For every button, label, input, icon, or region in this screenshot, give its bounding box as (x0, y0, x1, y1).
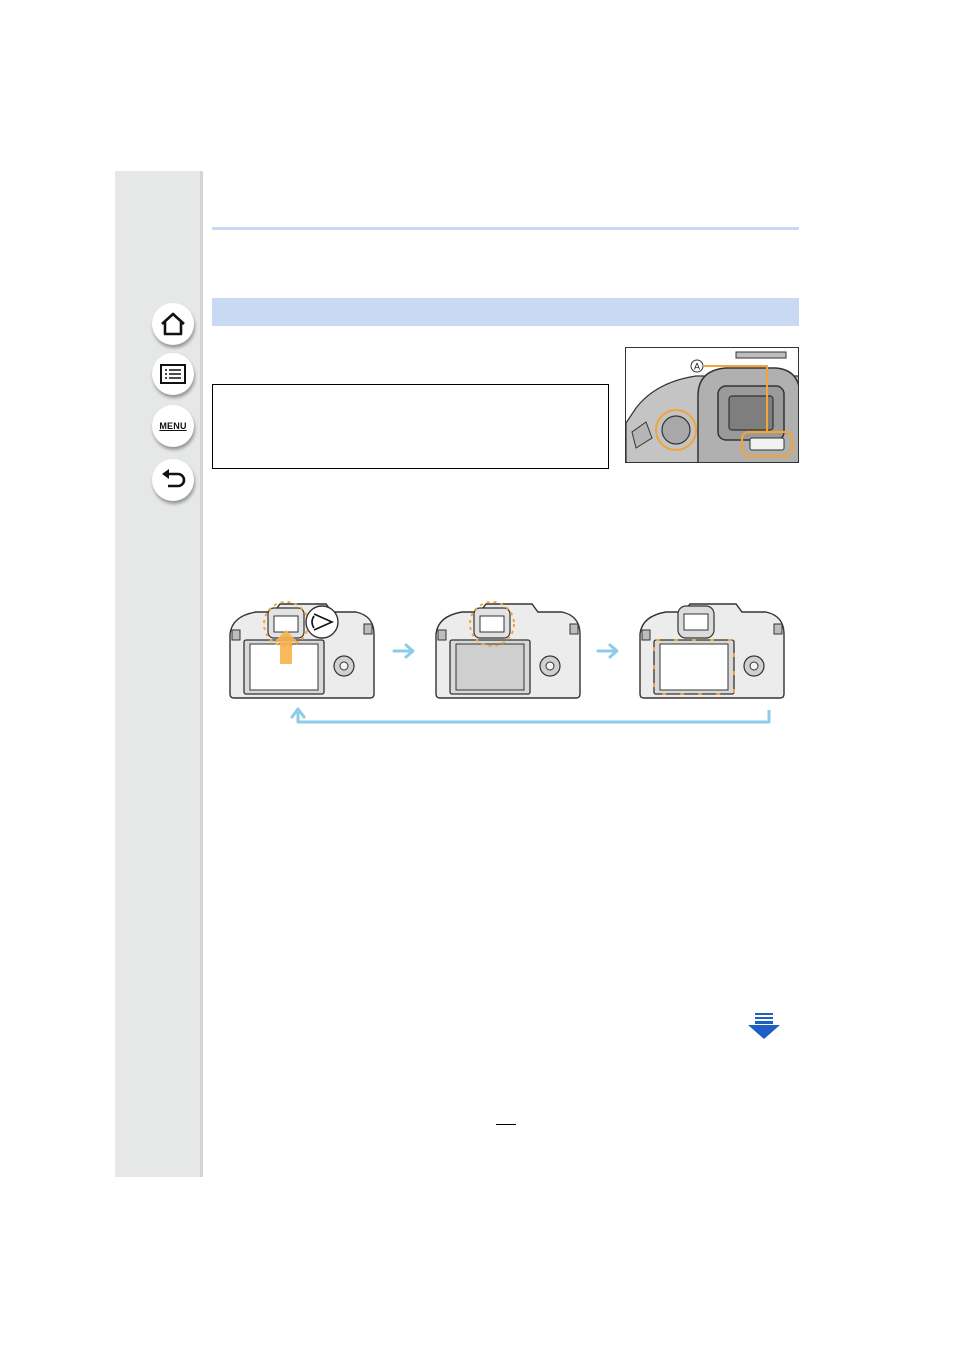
back-button[interactable] (152, 459, 194, 501)
section-heading-band (212, 298, 799, 326)
note-box (212, 384, 609, 469)
continued-next-page-indicator (746, 1013, 782, 1039)
menu-icon: MENU (159, 421, 187, 431)
camera-eyecup-illustration: A (626, 348, 798, 462)
contents-button[interactable] (152, 353, 194, 395)
list-icon (160, 364, 186, 384)
camera-2-monitor-dim (435, 601, 581, 699)
camera-1-viewfinder (229, 601, 375, 699)
cycle-arrow-1 (392, 643, 415, 659)
cycle-return-arrow (296, 710, 771, 724)
camera-3-monitor (639, 603, 785, 699)
back-arrow-icon (162, 469, 186, 488)
down-arrow-icon (748, 1013, 780, 1039)
home-button[interactable] (152, 303, 194, 345)
callout-a-label: A (694, 362, 700, 372)
cycle-arrow-2 (596, 643, 619, 659)
camera-cycle-illustration (229, 601, 785, 724)
page-number-rule (496, 1124, 516, 1125)
display-switch-cycle (226, 594, 792, 728)
home-icon (161, 312, 185, 336)
header-rule (212, 227, 799, 230)
menu-button[interactable]: MENU (152, 405, 194, 447)
camera-eye-sensor-photo: A (625, 347, 799, 463)
